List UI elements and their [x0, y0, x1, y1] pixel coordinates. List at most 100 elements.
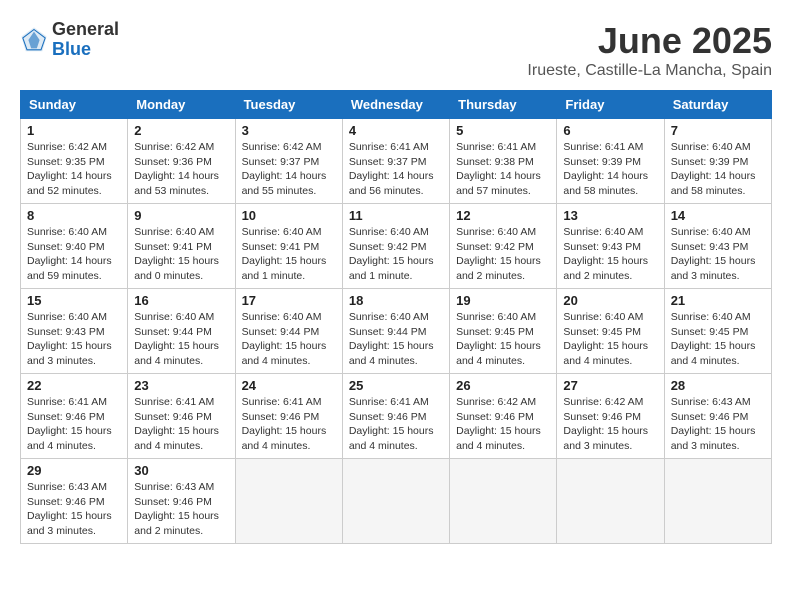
- day-info: Sunrise: 6:41 AMSunset: 9:46 PMDaylight:…: [27, 396, 112, 452]
- day-number: 2: [134, 123, 228, 138]
- calendar-day-cell: 1 Sunrise: 6:42 AMSunset: 9:35 PMDayligh…: [21, 119, 128, 204]
- calendar-day-cell: 9 Sunrise: 6:40 AMSunset: 9:41 PMDayligh…: [128, 204, 235, 289]
- calendar-day-cell: 23 Sunrise: 6:41 AMSunset: 9:46 PMDaylig…: [128, 374, 235, 459]
- calendar-week-row: 29 Sunrise: 6:43 AMSunset: 9:46 PMDaylig…: [21, 459, 772, 544]
- calendar-day-cell: 24 Sunrise: 6:41 AMSunset: 9:46 PMDaylig…: [235, 374, 342, 459]
- calendar-week-row: 1 Sunrise: 6:42 AMSunset: 9:35 PMDayligh…: [21, 119, 772, 204]
- day-number: 30: [134, 463, 228, 478]
- day-info: Sunrise: 6:43 AMSunset: 9:46 PMDaylight:…: [671, 396, 756, 452]
- day-info: Sunrise: 6:40 AMSunset: 9:45 PMDaylight:…: [563, 311, 648, 367]
- calendar-day-cell: [235, 459, 342, 544]
- day-info: Sunrise: 6:40 AMSunset: 9:42 PMDaylight:…: [456, 226, 541, 282]
- logo-general-text: General: [52, 20, 119, 40]
- day-number: 19: [456, 293, 550, 308]
- calendar-day-cell: 15 Sunrise: 6:40 AMSunset: 9:43 PMDaylig…: [21, 289, 128, 374]
- weekday-header: Wednesday: [342, 91, 449, 119]
- day-info: Sunrise: 6:40 AMSunset: 9:41 PMDaylight:…: [134, 226, 219, 282]
- weekday-header: Saturday: [664, 91, 771, 119]
- calendar-day-cell: 29 Sunrise: 6:43 AMSunset: 9:46 PMDaylig…: [21, 459, 128, 544]
- day-number: 20: [563, 293, 657, 308]
- day-info: Sunrise: 6:41 AMSunset: 9:38 PMDaylight:…: [456, 141, 541, 197]
- day-number: 11: [349, 208, 443, 223]
- header: General Blue June 2025 Irueste, Castille…: [20, 20, 772, 80]
- day-number: 5: [456, 123, 550, 138]
- day-info: Sunrise: 6:41 AMSunset: 9:46 PMDaylight:…: [134, 396, 219, 452]
- calendar-day-cell: 16 Sunrise: 6:40 AMSunset: 9:44 PMDaylig…: [128, 289, 235, 374]
- calendar-day-cell: 12 Sunrise: 6:40 AMSunset: 9:42 PMDaylig…: [450, 204, 557, 289]
- weekday-header: Sunday: [21, 91, 128, 119]
- calendar-week-row: 15 Sunrise: 6:40 AMSunset: 9:43 PMDaylig…: [21, 289, 772, 374]
- day-info: Sunrise: 6:42 AMSunset: 9:37 PMDaylight:…: [242, 141, 327, 197]
- calendar-day-cell: 17 Sunrise: 6:40 AMSunset: 9:44 PMDaylig…: [235, 289, 342, 374]
- calendar: SundayMondayTuesdayWednesdayThursdayFrid…: [20, 90, 772, 544]
- day-number: 6: [563, 123, 657, 138]
- day-number: 10: [242, 208, 336, 223]
- calendar-day-cell: 30 Sunrise: 6:43 AMSunset: 9:46 PMDaylig…: [128, 459, 235, 544]
- day-number: 8: [27, 208, 121, 223]
- day-info: Sunrise: 6:43 AMSunset: 9:46 PMDaylight:…: [27, 481, 112, 537]
- calendar-week-row: 8 Sunrise: 6:40 AMSunset: 9:40 PMDayligh…: [21, 204, 772, 289]
- day-number: 15: [27, 293, 121, 308]
- day-info: Sunrise: 6:40 AMSunset: 9:44 PMDaylight:…: [134, 311, 219, 367]
- calendar-day-cell: 11 Sunrise: 6:40 AMSunset: 9:42 PMDaylig…: [342, 204, 449, 289]
- day-info: Sunrise: 6:40 AMSunset: 9:45 PMDaylight:…: [671, 311, 756, 367]
- weekday-header: Friday: [557, 91, 664, 119]
- calendar-day-cell: 2 Sunrise: 6:42 AMSunset: 9:36 PMDayligh…: [128, 119, 235, 204]
- day-number: 22: [27, 378, 121, 393]
- title-area: June 2025 Irueste, Castille-La Mancha, S…: [527, 20, 772, 80]
- day-info: Sunrise: 6:42 AMSunset: 9:35 PMDaylight:…: [27, 141, 112, 197]
- calendar-week-row: 22 Sunrise: 6:41 AMSunset: 9:46 PMDaylig…: [21, 374, 772, 459]
- day-number: 23: [134, 378, 228, 393]
- day-number: 9: [134, 208, 228, 223]
- month-title: June 2025: [527, 20, 772, 62]
- calendar-day-cell: 21 Sunrise: 6:40 AMSunset: 9:45 PMDaylig…: [664, 289, 771, 374]
- day-info: Sunrise: 6:42 AMSunset: 9:36 PMDaylight:…: [134, 141, 219, 197]
- day-number: 4: [349, 123, 443, 138]
- calendar-day-cell: [557, 459, 664, 544]
- day-number: 26: [456, 378, 550, 393]
- day-info: Sunrise: 6:40 AMSunset: 9:43 PMDaylight:…: [563, 226, 648, 282]
- calendar-day-cell: 27 Sunrise: 6:42 AMSunset: 9:46 PMDaylig…: [557, 374, 664, 459]
- day-info: Sunrise: 6:42 AMSunset: 9:46 PMDaylight:…: [563, 396, 648, 452]
- calendar-day-cell: 14 Sunrise: 6:40 AMSunset: 9:43 PMDaylig…: [664, 204, 771, 289]
- calendar-day-cell: 28 Sunrise: 6:43 AMSunset: 9:46 PMDaylig…: [664, 374, 771, 459]
- day-info: Sunrise: 6:40 AMSunset: 9:39 PMDaylight:…: [671, 141, 756, 197]
- day-number: 27: [563, 378, 657, 393]
- day-number: 24: [242, 378, 336, 393]
- logo: General Blue: [20, 20, 119, 60]
- calendar-day-cell: 26 Sunrise: 6:42 AMSunset: 9:46 PMDaylig…: [450, 374, 557, 459]
- weekday-header-row: SundayMondayTuesdayWednesdayThursdayFrid…: [21, 91, 772, 119]
- day-number: 17: [242, 293, 336, 308]
- day-number: 18: [349, 293, 443, 308]
- calendar-day-cell: 19 Sunrise: 6:40 AMSunset: 9:45 PMDaylig…: [450, 289, 557, 374]
- day-info: Sunrise: 6:40 AMSunset: 9:42 PMDaylight:…: [349, 226, 434, 282]
- day-info: Sunrise: 6:40 AMSunset: 9:41 PMDaylight:…: [242, 226, 327, 282]
- calendar-day-cell: [450, 459, 557, 544]
- location-title: Irueste, Castille-La Mancha, Spain: [527, 62, 772, 80]
- weekday-header: Monday: [128, 91, 235, 119]
- day-info: Sunrise: 6:40 AMSunset: 9:40 PMDaylight:…: [27, 226, 112, 282]
- calendar-day-cell: 3 Sunrise: 6:42 AMSunset: 9:37 PMDayligh…: [235, 119, 342, 204]
- calendar-day-cell: 22 Sunrise: 6:41 AMSunset: 9:46 PMDaylig…: [21, 374, 128, 459]
- day-info: Sunrise: 6:41 AMSunset: 9:46 PMDaylight:…: [349, 396, 434, 452]
- day-number: 14: [671, 208, 765, 223]
- weekday-header: Thursday: [450, 91, 557, 119]
- day-number: 29: [27, 463, 121, 478]
- calendar-day-cell: 8 Sunrise: 6:40 AMSunset: 9:40 PMDayligh…: [21, 204, 128, 289]
- day-number: 28: [671, 378, 765, 393]
- day-info: Sunrise: 6:40 AMSunset: 9:43 PMDaylight:…: [27, 311, 112, 367]
- day-info: Sunrise: 6:40 AMSunset: 9:43 PMDaylight:…: [671, 226, 756, 282]
- calendar-day-cell: 13 Sunrise: 6:40 AMSunset: 9:43 PMDaylig…: [557, 204, 664, 289]
- calendar-day-cell: 18 Sunrise: 6:40 AMSunset: 9:44 PMDaylig…: [342, 289, 449, 374]
- day-info: Sunrise: 6:41 AMSunset: 9:37 PMDaylight:…: [349, 141, 434, 197]
- day-number: 7: [671, 123, 765, 138]
- weekday-header: Tuesday: [235, 91, 342, 119]
- logo-blue-text: Blue: [52, 40, 119, 60]
- calendar-day-cell: 4 Sunrise: 6:41 AMSunset: 9:37 PMDayligh…: [342, 119, 449, 204]
- calendar-day-cell: 25 Sunrise: 6:41 AMSunset: 9:46 PMDaylig…: [342, 374, 449, 459]
- day-info: Sunrise: 6:43 AMSunset: 9:46 PMDaylight:…: [134, 481, 219, 537]
- day-number: 1: [27, 123, 121, 138]
- day-info: Sunrise: 6:42 AMSunset: 9:46 PMDaylight:…: [456, 396, 541, 452]
- day-number: 16: [134, 293, 228, 308]
- day-info: Sunrise: 6:40 AMSunset: 9:45 PMDaylight:…: [456, 311, 541, 367]
